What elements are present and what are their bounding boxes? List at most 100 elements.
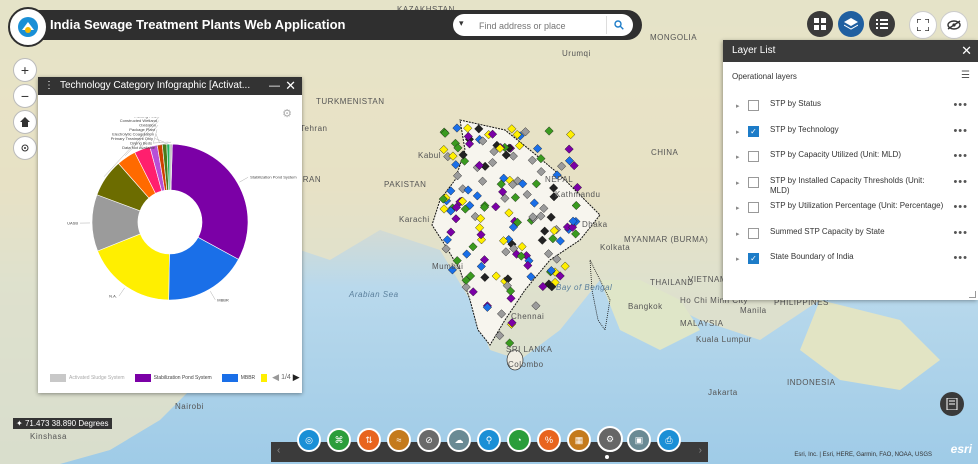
- legend-next-icon[interactable]: ▶: [293, 372, 300, 383]
- stp-point[interactable]: [566, 129, 576, 140]
- calculator-icon[interactable]: ▦: [567, 428, 591, 452]
- layer-options-icon[interactable]: •••: [953, 252, 968, 264]
- expand-arrow-icon[interactable]: ▸: [736, 204, 740, 212]
- pie-slice[interactable]: [170, 143, 249, 260]
- stp-point[interactable]: [508, 151, 518, 161]
- layer-item[interactable]: ▸ STP by Status •••: [723, 96, 978, 121]
- stp-point[interactable]: [451, 214, 461, 224]
- stp-point[interactable]: [504, 208, 514, 218]
- hide-eye-icon[interactable]: [940, 11, 968, 39]
- layer-visibility-checkbox[interactable]: ✓: [748, 253, 759, 264]
- legend-prev-icon[interactable]: ◀: [272, 372, 279, 383]
- stp-point[interactable]: [491, 271, 501, 281]
- layer-item[interactable]: ▸ STP by Installed Capacity Thresholds (U…: [723, 173, 978, 198]
- stp-point[interactable]: [544, 249, 554, 259]
- layer-options-icon[interactable]: •••: [953, 99, 968, 111]
- chart-icon[interactable]: ▣: [627, 428, 651, 452]
- stp-point[interactable]: [468, 287, 478, 297]
- stp-point[interactable]: [560, 261, 570, 271]
- stp-point[interactable]: [533, 144, 543, 154]
- minimize-button[interactable]: —: [269, 77, 280, 95]
- layer-options-icon[interactable]: •••: [953, 125, 968, 137]
- stp-point[interactable]: [552, 254, 562, 264]
- filter-menu-icon[interactable]: ☰: [961, 70, 970, 81]
- stp-point[interactable]: [539, 203, 549, 213]
- stp-point[interactable]: [442, 235, 452, 245]
- locate-icon[interactable]: [13, 136, 37, 160]
- gauge-icon[interactable]: ◔: [507, 428, 531, 452]
- drag-handle-icon[interactable]: ⋮: [44, 77, 54, 95]
- stp-point[interactable]: [478, 176, 488, 186]
- layer-options-icon[interactable]: •••: [953, 150, 968, 162]
- expand-arrow-icon[interactable]: ▸: [736, 179, 740, 187]
- stp-point[interactable]: [522, 189, 532, 199]
- home-icon[interactable]: [13, 110, 37, 134]
- stp-point[interactable]: [571, 200, 581, 211]
- stp-point[interactable]: [488, 158, 498, 168]
- stp-point[interactable]: [448, 151, 458, 161]
- flow-icon[interactable]: ☁: [447, 428, 471, 452]
- stp-point[interactable]: [507, 124, 517, 134]
- resize-handle[interactable]: [969, 291, 976, 298]
- stp-point[interactable]: [515, 141, 525, 151]
- stp-point[interactable]: [462, 249, 472, 259]
- stp-point[interactable]: [460, 156, 470, 166]
- layer-options-icon[interactable]: •••: [953, 176, 968, 188]
- stp-point[interactable]: [501, 247, 511, 257]
- layer-item[interactable]: ▸ Summed STP Capacity by State •••: [723, 224, 978, 249]
- expand-arrow-icon[interactable]: ▸: [736, 128, 740, 136]
- layer-item[interactable]: ▸ ✓ STP by Technology •••: [723, 122, 978, 147]
- toolbar-next-icon[interactable]: ›: [699, 445, 702, 456]
- stp-point[interactable]: [495, 331, 505, 341]
- legend-list-icon[interactable]: [869, 11, 895, 37]
- stp-point[interactable]: [557, 161, 567, 171]
- zoom-in-button[interactable]: +: [13, 58, 37, 82]
- stp-point[interactable]: [463, 123, 473, 133]
- stp-point[interactable]: [548, 234, 558, 244]
- search-input[interactable]: [477, 17, 601, 34]
- expand-arrow-icon[interactable]: ▸: [736, 255, 740, 263]
- stp-point[interactable]: [555, 236, 565, 246]
- stp-point[interactable]: [536, 211, 546, 221]
- stp-point[interactable]: [468, 242, 478, 252]
- fullscreen-icon[interactable]: [909, 11, 937, 39]
- zoom-out-button[interactable]: −: [13, 84, 37, 108]
- stp-point[interactable]: [476, 230, 486, 240]
- stp-point[interactable]: [510, 192, 520, 203]
- layer-item[interactable]: ▸ STP by Utilization Percentage (Unit: Pe…: [723, 198, 978, 223]
- network-icon[interactable]: ⌘: [327, 428, 351, 452]
- stp-point[interactable]: [452, 123, 462, 133]
- stp-point[interactable]: [506, 293, 516, 303]
- layer-options-icon[interactable]: •••: [953, 201, 968, 213]
- layer-item[interactable]: ▸ STP by Capacity Utilized (Unit: MLD) •••: [723, 147, 978, 172]
- layer-visibility-checkbox[interactable]: ✓: [748, 125, 759, 137]
- layer-visibility-checkbox[interactable]: [748, 151, 759, 162]
- close-infographic-button[interactable]: ✕: [285, 77, 296, 95]
- toolbar-prev-icon[interactable]: ‹: [277, 445, 280, 456]
- stp-point[interactable]: [491, 202, 501, 212]
- stp-point[interactable]: [517, 242, 527, 252]
- stp-point[interactable]: [540, 226, 550, 236]
- stp-point[interactable]: [458, 150, 468, 160]
- stp-point[interactable]: [480, 272, 490, 282]
- stp-point[interactable]: [537, 235, 547, 245]
- search-icon[interactable]: [606, 16, 631, 34]
- stp-point[interactable]: [441, 244, 451, 254]
- stp-point[interactable]: [536, 154, 546, 164]
- stp-point[interactable]: [544, 126, 554, 136]
- expand-arrow-icon[interactable]: ▸: [736, 153, 740, 161]
- layer-visibility-checkbox[interactable]: [748, 227, 759, 239]
- updown-icon[interactable]: ⇅: [357, 428, 381, 452]
- stp-point[interactable]: [439, 204, 449, 214]
- compass-icon[interactable]: ◎: [297, 428, 321, 452]
- stp-point[interactable]: [546, 212, 556, 222]
- stp-point[interactable]: [472, 191, 482, 201]
- ban-icon[interactable]: ⊘: [417, 428, 441, 452]
- stp-point[interactable]: [497, 309, 507, 319]
- expand-arrow-icon[interactable]: ▸: [736, 102, 740, 110]
- stp-point[interactable]: [564, 144, 574, 154]
- stp-point[interactable]: [529, 198, 539, 208]
- bike-icon[interactable]: ⚲: [477, 428, 501, 452]
- search-source-dropdown-icon[interactable]: ▾: [459, 18, 464, 29]
- layer-item[interactable]: ▸ ✓ State Boundary of India •••: [723, 249, 978, 274]
